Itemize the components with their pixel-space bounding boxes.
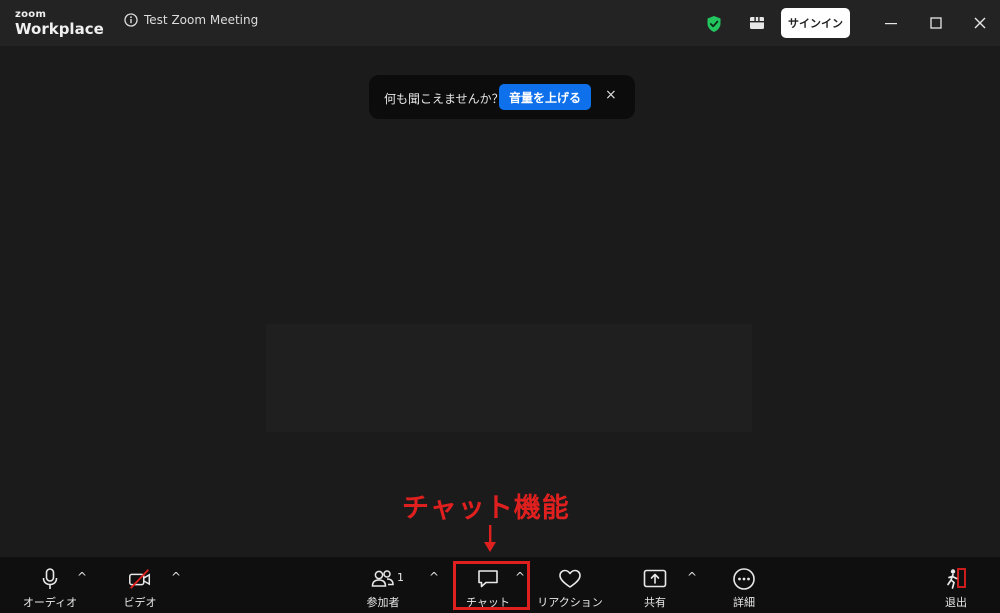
brand-workplace-text: Workplace [15, 20, 104, 38]
participant-video-tile[interactable] [266, 324, 752, 432]
view-layout-icon[interactable] [748, 14, 766, 32]
more-label: 詳細 [733, 596, 755, 609]
encryption-shield-icon[interactable] [706, 15, 722, 33]
video-label: ビデオ [123, 596, 157, 609]
annotation-arrow-icon [484, 525, 496, 552]
video-button[interactable]: ビデオ [118, 557, 162, 613]
increase-volume-button[interactable]: 音量を上げる [499, 84, 591, 110]
leave-button[interactable]: 退出 [939, 557, 973, 613]
signin-button[interactable]: サインイン [781, 8, 850, 38]
more-dots-icon [733, 568, 755, 590]
audio-options-caret[interactable]: ^ [77, 570, 87, 584]
video-off-icon [129, 569, 151, 589]
audio-button[interactable]: オーディオ [22, 557, 78, 613]
leave-door-icon [947, 568, 966, 589]
app-logo: zoom Workplace [15, 10, 104, 37]
participants-button[interactable]: 参加者 [360, 557, 406, 613]
share-button[interactable]: 共有 [638, 557, 672, 613]
share-options-caret[interactable]: ^ [687, 570, 697, 584]
meeting-info[interactable]: Test Zoom Meeting [124, 13, 258, 27]
brand-zoom-text: zoom [15, 9, 47, 20]
reactions-label: リアクション [537, 596, 603, 609]
annotation-label: チャット機能 [402, 493, 570, 524]
meeting-title: Test Zoom Meeting [144, 13, 259, 27]
banner-message: 何も聞こえませんか？ [384, 92, 504, 106]
microphone-icon [42, 568, 58, 589]
participants-options-caret[interactable]: ^ [429, 570, 439, 584]
video-options-caret[interactable]: ^ [171, 570, 181, 584]
heart-icon [559, 569, 581, 588]
close-window-icon[interactable] [971, 14, 989, 32]
title-bar: zoom Workplace Test Zoom Meeting サインイン [0, 0, 1000, 46]
share-label: 共有 [644, 596, 666, 609]
more-button[interactable]: 詳細 [727, 557, 761, 613]
info-icon[interactable] [124, 13, 138, 27]
leave-label: 退出 [945, 596, 967, 609]
audio-prompt-banner: 何も聞こえませんか？ 音量を上げる × [369, 75, 635, 119]
share-screen-icon [643, 569, 667, 588]
minimize-icon[interactable] [882, 14, 900, 32]
chat-highlight-box [453, 561, 530, 610]
close-icon[interactable]: × [605, 87, 617, 103]
maximize-icon[interactable] [927, 14, 945, 32]
audio-label: オーディオ [22, 596, 78, 609]
participants-count: 1 [397, 571, 404, 584]
participants-icon [371, 570, 394, 587]
reactions-button[interactable]: リアクション [537, 557, 603, 613]
meeting-stage [0, 46, 1000, 557]
participants-label: 参加者 [366, 596, 400, 609]
